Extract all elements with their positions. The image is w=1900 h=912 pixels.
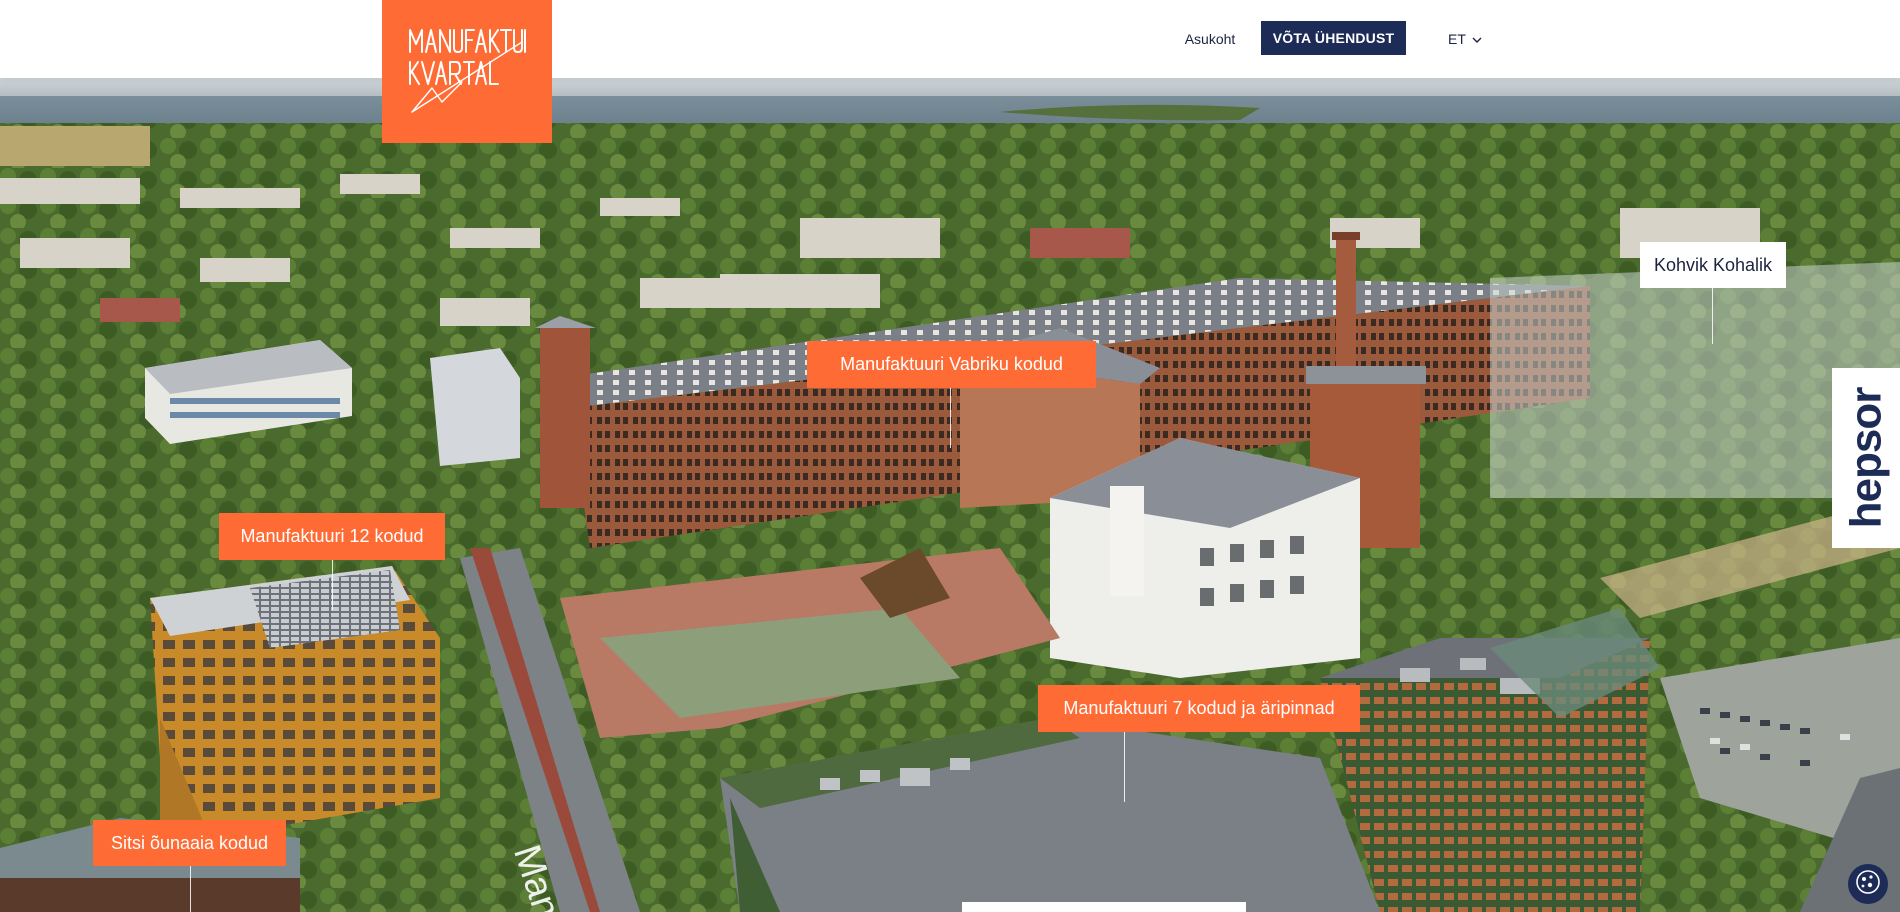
label-pin — [1712, 288, 1713, 344]
label-kohvik-kohalik[interactable]: Kohvik Kohalik — [1640, 242, 1786, 288]
site-header: Asukoht VÕTA ÜHENDUST ET — [0, 0, 1900, 78]
partner-name: hepsor — [1841, 387, 1891, 529]
label-manufaktuuri-12[interactable]: Manufaktuuri 12 kodud — [219, 513, 445, 560]
bottom-panel — [962, 902, 1246, 912]
site-logo[interactable] — [382, 0, 552, 143]
label-vabriku-kodud[interactable]: Manufaktuuri Vabriku kodud — [807, 341, 1096, 388]
label-pin — [332, 560, 333, 610]
label-sitsi-ounaaia[interactable]: Sitsi õunaaia kodud — [93, 820, 286, 866]
chevron-down-icon — [1472, 31, 1482, 47]
label-pin — [190, 866, 191, 912]
partner-tab[interactable]: hepsor — [1832, 368, 1900, 548]
cookie-settings-button[interactable] — [1848, 864, 1888, 904]
language-selector[interactable]: ET — [1448, 26, 1496, 52]
label-manufaktuuri-7[interactable]: Manufaktuuri 7 kodud ja äripinnad — [1038, 685, 1360, 732]
language-code: ET — [1448, 31, 1466, 47]
contact-button[interactable]: VÕTA ÜHENDUST — [1261, 21, 1406, 55]
nav-location-link[interactable]: Asukoht — [1160, 26, 1260, 52]
aerial-view — [0, 78, 1900, 912]
label-pin — [1124, 732, 1125, 802]
cookie-icon — [1855, 869, 1881, 900]
label-pin — [950, 388, 951, 448]
logo-mark — [409, 28, 526, 113]
